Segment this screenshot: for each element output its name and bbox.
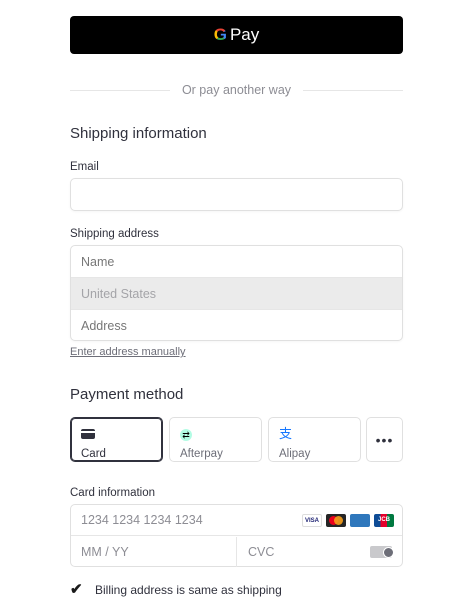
cvc-card-icon — [370, 546, 394, 558]
payment-method-alipay[interactable]: 支 Alipay — [268, 417, 361, 462]
card-information-label: Card information — [70, 487, 156, 499]
address-field[interactable]: Address — [71, 310, 402, 342]
google-pay-button[interactable]: G Pay — [70, 16, 403, 54]
billing-same-as-shipping[interactable]: ✔ Billing address is same as shipping — [70, 582, 282, 598]
divider-line-left — [70, 89, 170, 91]
visa-icon: VISA — [302, 514, 322, 527]
payment-method-card[interactable]: Card — [70, 417, 163, 462]
shipping-title: Shipping information — [70, 125, 207, 142]
enter-address-manually-link[interactable]: Enter address manually — [70, 346, 186, 358]
payment-method-afterpay[interactable]: ⇄ Afterpay — [169, 417, 262, 462]
email-field[interactable] — [70, 178, 403, 211]
google-pay-label: Pay — [229, 25, 260, 44]
country-select[interactable]: United States — [71, 278, 402, 310]
payment-method-afterpay-label: Afterpay — [180, 448, 223, 460]
alipay-icon: 支 — [279, 426, 293, 441]
payment-method-card-label: Card — [81, 448, 106, 460]
card-expiry-field[interactable]: MM / YY — [71, 537, 237, 567]
afterpay-icon: ⇄ — [180, 429, 192, 441]
payment-method-alipay-label: Alipay — [279, 448, 311, 460]
card-brands: VISA JCB — [302, 514, 394, 527]
cvc-placeholder: CVC — [248, 545, 275, 559]
divider-text: Or pay another way — [181, 83, 292, 97]
shipping-address-label: Shipping address — [70, 228, 159, 240]
payment-method-title: Payment method — [70, 386, 184, 403]
divider-line-right — [303, 89, 403, 91]
billing-same-as-shipping-label: Billing address is same as shipping — [95, 583, 282, 597]
card-icon — [81, 429, 95, 439]
card-number-field[interactable]: 1234 1234 1234 1234 VISA JCB — [71, 505, 402, 536]
card-number-placeholder: 1234 1234 1234 1234 — [81, 513, 203, 527]
amex-icon — [350, 514, 370, 527]
jcb-icon: JCB — [374, 514, 394, 527]
pay-another-way-divider: Or pay another way — [70, 81, 403, 99]
card-information-group: 1234 1234 1234 1234 VISA JCB MM / YY CVC — [70, 504, 403, 567]
shipping-address-group: Name United States Address — [70, 245, 403, 341]
checkmark-icon[interactable]: ✔ — [70, 582, 86, 598]
email-label: Email — [70, 161, 99, 173]
mastercard-icon — [326, 514, 346, 527]
card-cvc-field[interactable]: CVC — [238, 537, 402, 567]
more-payment-methods-button[interactable]: ••• — [366, 417, 403, 462]
name-field[interactable]: Name — [71, 246, 402, 278]
google-g-icon: G — [213, 25, 227, 44]
